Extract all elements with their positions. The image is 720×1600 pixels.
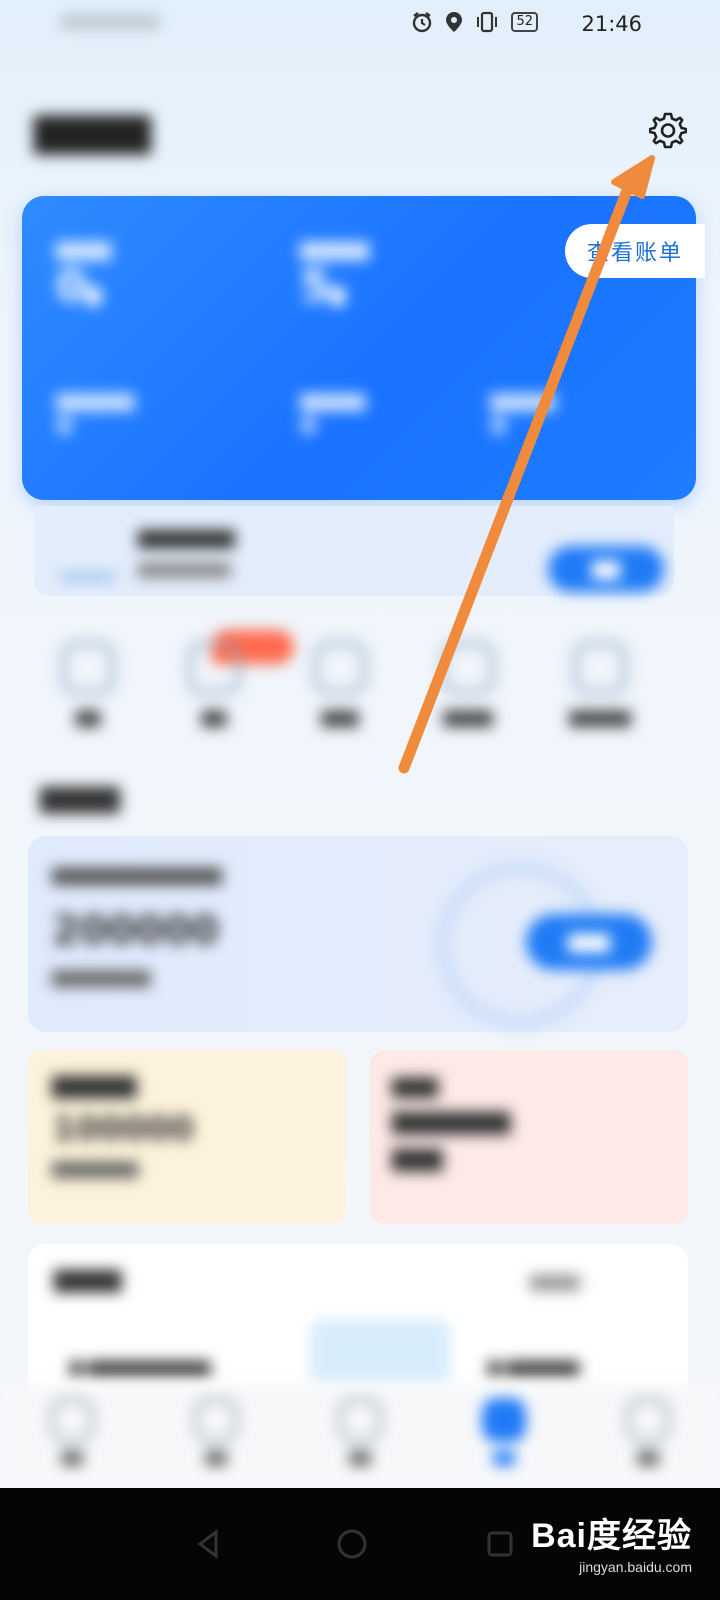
- promo-title: ▇▇▇▇▇▇▇: [138, 528, 235, 549]
- promo-button[interactable]: ▇▇: [548, 546, 664, 592]
- nav-item-wallet[interactable]: ▇▇: [449, 1398, 559, 1466]
- account-button[interactable]: ▇▇▇: [526, 914, 652, 970]
- account-caption: ▇▇▇▇▇▇▇▇▇▇▇▇▇: [52, 866, 222, 886]
- quota-cell-3: ▇▇▇▇▇▇ 0: [56, 392, 135, 440]
- shortcut-1[interactable]: ▇▇: [28, 642, 148, 727]
- page-title: ▇▇▇▇: [34, 110, 151, 154]
- wallet-icon: [482, 1398, 526, 1442]
- shortcut-2[interactable]: ▇▇: [154, 642, 274, 727]
- section-title: ▇▇▇▇: [40, 784, 120, 814]
- status-bar: 52 21:46: [0, 0, 720, 50]
- promo-illustration: [58, 530, 118, 580]
- home-icon: [50, 1398, 94, 1442]
- gear-icon: [649, 112, 687, 149]
- baidu-jingyan-watermark: Bai度经验 jingyan.baidu.com: [531, 1508, 692, 1575]
- battery-icon: 52: [511, 12, 538, 32]
- status-icons: 52: [411, 11, 538, 33]
- car-icon: [194, 1398, 238, 1442]
- nav-item-home[interactable]: ▇▇: [17, 1398, 127, 1466]
- alarm-icon: [413, 12, 432, 33]
- home-button-icon[interactable]: [334, 1526, 370, 1562]
- list-item[interactable]: ▇ ▇▇▇▇▇▇: [488, 1358, 579, 1377]
- account-amount: 200000: [52, 908, 219, 954]
- bottom-nav: ▇▇ ▇▇ ▇▇ ▇▇ ▇▇: [0, 1384, 720, 1488]
- location-icon: [446, 12, 463, 32]
- nav-item-car[interactable]: ▇▇: [161, 1398, 271, 1466]
- back-icon[interactable]: [190, 1526, 226, 1562]
- profile-icon: [626, 1398, 670, 1442]
- watermark-url: jingyan.baidu.com: [579, 1559, 692, 1575]
- loan-promo-text: ▇▇▇ ▇▇▇▇▇▇▇ ▇▇▇: [392, 1074, 511, 1172]
- list-item[interactable]: ▇ ▇▇▇▇▇▇▇▇▇▇: [70, 1358, 210, 1377]
- account-note: ▇▇▇▇▇▇▇▇: [52, 968, 151, 987]
- view-bill-label: 查看账单: [587, 241, 684, 266]
- chat-icon: [338, 1398, 382, 1442]
- shortcut-5[interactable]: ▇▇▇▇▇: [540, 642, 660, 727]
- list-illustration: [310, 1320, 450, 1384]
- list-more-link[interactable]: ▇▇▇▇ ›: [530, 1272, 591, 1291]
- status-clock: 21:46: [581, 12, 642, 36]
- quota-cell-2: ▇▇▇▇▇ 5▇: [300, 240, 370, 312]
- quota-cell-4: ▇▇▇▇▇ 0: [300, 392, 366, 440]
- nav-item-chat[interactable]: ▇▇: [305, 1398, 415, 1466]
- quota-cell-5: ▇▇▇▇▇ 0: [490, 392, 556, 440]
- view-bill-button[interactable]: 查看账单: [565, 224, 705, 278]
- recents-icon[interactable]: [482, 1526, 518, 1562]
- vibrate-icon: [477, 11, 498, 33]
- shortcut-3[interactable]: ▇▇▇: [280, 642, 400, 727]
- carrier-signal: [60, 14, 160, 30]
- promo-subtitle: ▇▇▇▇▇▇▇▇: [138, 560, 231, 578]
- credit-card-promo-text: ▇▇▇▇▇ 100000 ▇▇▇▇▇▇▇: [52, 1074, 194, 1178]
- quota-cell-1: ▇▇▇▇ 0▇: [56, 240, 112, 312]
- shortcut-4[interactable]: ▇▇▇▇: [408, 642, 528, 727]
- settings-button[interactable]: [648, 110, 688, 150]
- list-title: ▇▇▇▇: [54, 1268, 122, 1293]
- watermark-logo: Bai度经验: [531, 1517, 692, 1555]
- nav-item-profile[interactable]: ▇▇: [593, 1398, 703, 1466]
